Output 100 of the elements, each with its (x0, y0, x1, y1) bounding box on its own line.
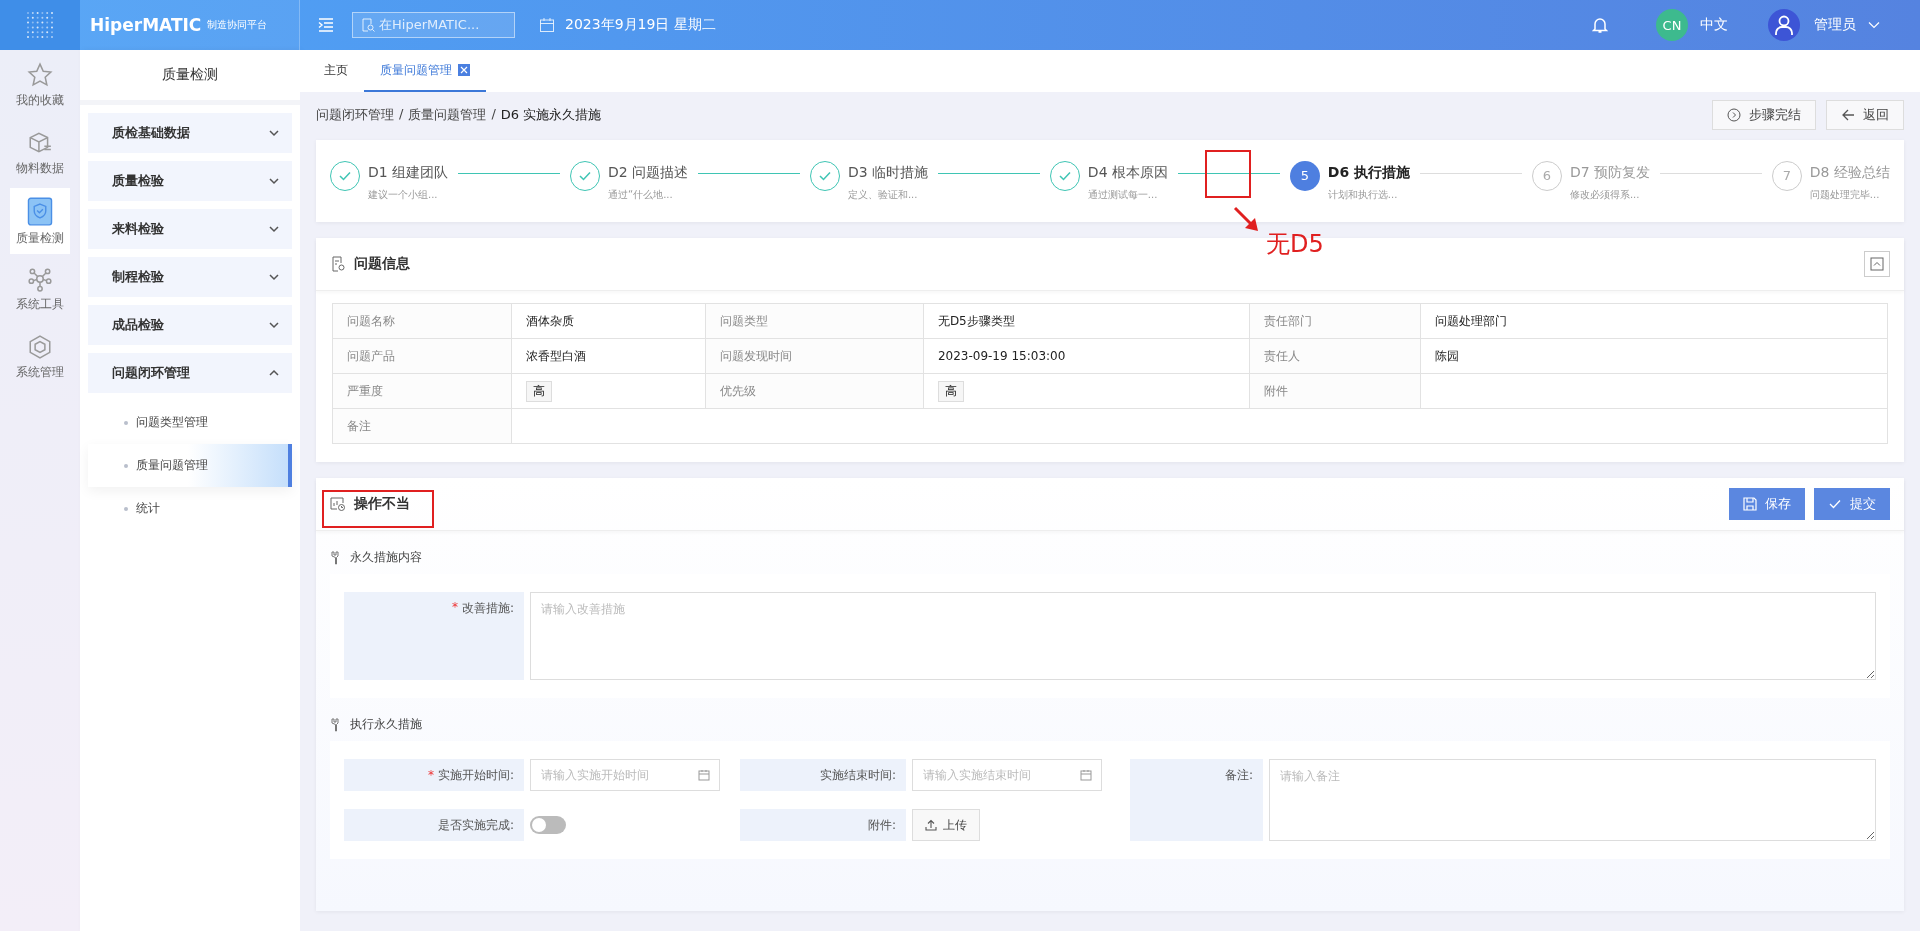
avatar-icon[interactable] (1768, 9, 1800, 41)
sidebar-item[interactable]: 质量问题管理 (88, 444, 292, 487)
calendar-icon (539, 17, 555, 33)
card-title: 操作不当 (354, 495, 410, 513)
breadcrumb-link[interactable]: 问题闭环管理 (316, 106, 394, 124)
step-title[interactable]: D1 组建团队 (368, 163, 449, 182)
submit-button[interactable]: 提交 (1814, 488, 1890, 520)
step-description: 定义、验证和... (847, 187, 919, 202)
collapse-button[interactable] (1864, 251, 1890, 277)
menu-icon[interactable] (318, 18, 334, 32)
chart-clock-icon (330, 496, 346, 512)
breadcrumb-link[interactable]: 质量问题管理 (408, 106, 487, 124)
calendar-icon (1080, 769, 1092, 781)
chevron-icon[interactable] (1868, 19, 1880, 31)
chevron-icon (268, 175, 280, 187)
cube-icon (27, 333, 53, 360)
network-icon (27, 265, 53, 292)
sidebar-item[interactable]: 统计 (88, 487, 292, 530)
rail-item[interactable]: 我的收藏 (10, 52, 70, 118)
section-title: 执行永久措施 (350, 716, 422, 733)
step-title[interactable]: D4 根本原因 (1087, 163, 1168, 182)
remark-textarea[interactable]: 请输入备注 (1269, 759, 1876, 841)
field-label: 附件 (1249, 373, 1421, 409)
rail-item[interactable]: 物料数据 (10, 120, 70, 186)
sidebar-item[interactable]: 问题类型管理 (88, 401, 292, 444)
card-title: 问题信息 (354, 255, 410, 273)
rail-item[interactable]: 系统管理 (10, 324, 70, 390)
upload-button[interactable]: 上传 (912, 809, 980, 841)
field-value: 2023-09-19 15:03:00 (937, 349, 1066, 363)
breadcrumb-separator: / (399, 106, 404, 123)
required-mark: * (451, 600, 458, 616)
sidebar-group[interactable]: 质量检验 (88, 161, 292, 201)
end-date-field[interactable]: 请输入实施结束时间 (912, 759, 1102, 791)
sidebar-group[interactable]: 质检基础数据 (88, 113, 292, 153)
arrow-left-icon (1841, 108, 1855, 122)
field-label: 严重度 (332, 373, 512, 409)
field-label: 是否实施完成: (344, 809, 524, 841)
field-value: 浓香型白酒 (525, 348, 586, 363)
field-label: 责任人 (1249, 338, 1421, 374)
check-icon (1828, 497, 1842, 511)
field-label: 问题产品 (332, 338, 512, 374)
calendar-icon (698, 769, 710, 781)
dot-grid-logo-icon (25, 10, 55, 40)
step-title[interactable]: D2 问题描述 (607, 163, 689, 182)
current-date: 2023年9月19日 星期二 (565, 16, 716, 34)
annotation-arrow (1232, 205, 1260, 233)
step-description: 通过“什么地... (607, 187, 674, 202)
brand-logo: HiperMATIC (90, 15, 202, 35)
save-button[interactable]: 保存 (1729, 488, 1805, 520)
step-title[interactable]: D6 执行措施 (1327, 163, 1411, 182)
rail-item[interactable]: 质量检测 (10, 188, 70, 254)
step-description: 计划和执行选... (1327, 187, 1399, 202)
field-label: 问题发现时间 (705, 338, 924, 374)
step-title[interactable]: D3 临时措施 (847, 163, 929, 182)
start-date-field[interactable]: 请输入实施开始时间 (530, 759, 720, 791)
field-label: 改善措施: (461, 600, 514, 617)
star-icon (27, 61, 53, 88)
improvement-textarea[interactable]: 请输入改善措施 (530, 592, 1876, 680)
save-icon (1743, 497, 1757, 511)
field-label: 实施开始时间: (437, 766, 514, 784)
step-number: 5 (1289, 160, 1320, 191)
close-icon[interactable] (458, 64, 470, 76)
field-label: 备注: (1130, 759, 1263, 841)
tab[interactable]: 主页 (308, 50, 364, 92)
step-description: 问题处理完毕... (1809, 187, 1881, 202)
toggle-switch[interactable] (530, 816, 566, 834)
back-button[interactable]: 返回 (1826, 100, 1904, 130)
chevron-icon (268, 127, 280, 139)
field-label: 备注 (332, 408, 512, 444)
breadcrumb-current: D6 实施永久措施 (500, 106, 602, 124)
chevron-icon (268, 223, 280, 235)
complete-step-button[interactable]: 步骤完结 (1712, 100, 1816, 130)
step-description: 修改必须得系... (1569, 187, 1641, 202)
sidebar-group[interactable]: 成品检验 (88, 305, 292, 345)
field-label: 问题类型 (705, 303, 924, 339)
bell-icon[interactable] (1592, 16, 1608, 34)
sidebar-group[interactable]: 来料检验 (88, 209, 292, 249)
field-value: 酒体杂质 (525, 313, 574, 328)
brand-subtitle: 制造协同平台 (207, 18, 268, 32)
field-label: 责任部门 (1249, 303, 1421, 339)
collapse-icon (1870, 257, 1884, 271)
section-title: 永久措施内容 (350, 549, 422, 566)
annotation-box (1205, 150, 1251, 198)
sidebar-group[interactable]: 制程检验 (88, 257, 292, 297)
shield-clipboard-icon (26, 195, 54, 226)
annotation-label: 无D5 (1266, 229, 1324, 260)
breadcrumb-separator: / (491, 106, 496, 123)
field-label: 优先级 (705, 373, 924, 409)
sidebar-group[interactable]: 问题闭环管理 (88, 353, 292, 393)
language-label[interactable]: 中文 (1700, 16, 1728, 34)
user-name[interactable]: 管理员 (1814, 16, 1856, 34)
field-value: 问题处理部门 (1435, 313, 1508, 328)
rail-item[interactable]: 系统工具 (10, 256, 70, 322)
chevron-icon (268, 319, 280, 331)
priority-tag: 高 (937, 380, 964, 402)
field-value: 无D5步骤类型 (937, 313, 1015, 328)
tab[interactable]: 质量问题管理 (364, 50, 486, 92)
field-label: 附件: (740, 809, 906, 841)
search-icon (361, 18, 375, 32)
chevron-icon (268, 271, 280, 283)
